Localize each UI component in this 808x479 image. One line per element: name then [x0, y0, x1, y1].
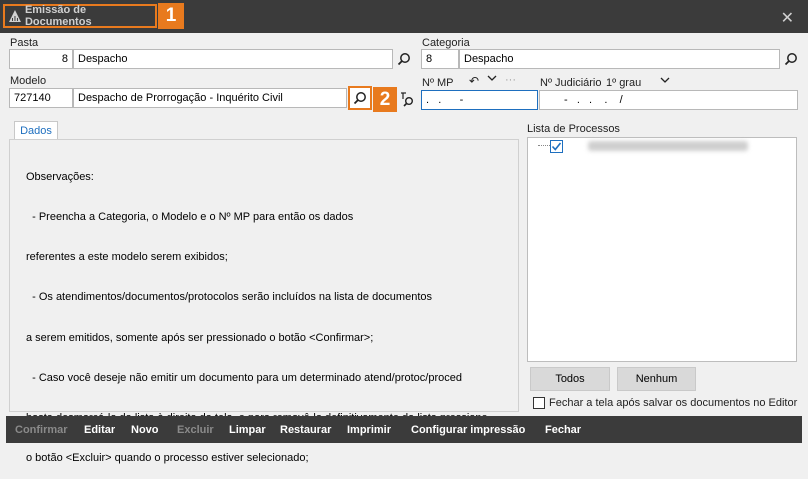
modelo-label: Modelo	[10, 75, 47, 87]
modelo-code-field[interactable]: 727140	[9, 88, 73, 108]
obs-line: referentes a este modelo serem exibidos;	[26, 251, 228, 264]
excluir-button[interactable]: Excluir	[177, 416, 214, 443]
undo-icon[interactable]: ↶	[469, 74, 479, 88]
fechar-button[interactable]: Fechar	[545, 416, 581, 443]
obs-line: o botão <Excluir> quando o processo esti…	[26, 452, 309, 465]
processo-checkbox[interactable]	[550, 140, 563, 153]
close-icon[interactable]: ✕	[781, 8, 794, 28]
lista-processos[interactable]	[527, 137, 797, 362]
search-icon	[353, 92, 366, 105]
chevron-down-icon[interactable]	[487, 73, 497, 85]
callout-badge-1: 1	[158, 3, 184, 29]
search-filter-icon	[401, 92, 413, 107]
search-icon	[784, 53, 797, 66]
limpar-button[interactable]: Limpar	[229, 416, 266, 443]
pasta-name-field[interactable]: Despacho	[73, 49, 393, 69]
nenhum-button[interactable]: Nenhum	[617, 367, 696, 391]
categoria-label: Categoria	[422, 37, 470, 49]
window-title: Emissão de Documentos	[24, 4, 92, 28]
obs-line: a serem emitidos, somente após ser press…	[26, 331, 374, 344]
restaurar-button[interactable]: Restaurar	[280, 416, 331, 443]
nmp-label: Nº MP	[422, 77, 454, 89]
grau-selector-label[interactable]: 1º grau	[606, 77, 641, 89]
imprimir-button[interactable]: Imprimir	[347, 416, 391, 443]
modelo-search-button[interactable]	[348, 86, 372, 110]
advanced-search-button[interactable]	[398, 90, 416, 108]
categoria-search-button[interactable]	[781, 49, 801, 69]
judiciario-label: Nº Judiciário	[540, 77, 602, 89]
bottom-toolbar	[6, 416, 802, 443]
editar-button[interactable]: Editar	[84, 416, 115, 443]
checkmark-icon	[551, 142, 562, 151]
window-title-highlight: Emissão de Documentos	[3, 4, 157, 28]
fechar-tela-label: Fechar a tela após salvar os documentos …	[549, 397, 798, 409]
lista-processos-label: Lista de Processos	[527, 123, 620, 135]
obs-line: - Preencha a Categoria, o Modelo e o Nº …	[26, 211, 354, 224]
confirmar-button[interactable]: Confirmar	[15, 416, 68, 443]
search-icon	[397, 53, 410, 66]
tree-connector	[538, 145, 550, 146]
obs-line: - Os atendimentos/documentos/protocolos …	[26, 291, 433, 304]
modelo-name-field[interactable]: Despacho de Prorrogação - Inquérito Civi…	[73, 88, 347, 108]
obs-line: - Caso você deseje não emitir um documen…	[26, 371, 462, 384]
processo-item-blurred[interactable]	[588, 141, 748, 151]
callout-badge-2: 2	[373, 87, 397, 112]
obs-line: Observações:	[26, 170, 94, 183]
tab-dados[interactable]: Dados	[14, 121, 58, 139]
fechar-tela-checkbox[interactable]	[533, 397, 545, 409]
chevron-down-icon[interactable]	[660, 75, 670, 87]
pasta-search-button[interactable]	[394, 49, 414, 69]
pasta-label: Pasta	[10, 37, 39, 49]
nmp-field[interactable]: . . -	[421, 90, 538, 110]
categoria-code-field[interactable]: 8	[421, 49, 459, 69]
configurar-impressao-button[interactable]: Configurar impressão	[411, 416, 525, 443]
more-icon[interactable]: ···	[505, 74, 516, 86]
novo-button[interactable]: Novo	[131, 416, 159, 443]
todos-button[interactable]: Todos	[530, 367, 610, 391]
categoria-name-field[interactable]: Despacho	[459, 49, 780, 69]
judiciario-field[interactable]: - . . . /	[539, 90, 798, 110]
pasta-code-field[interactable]: 8	[9, 49, 73, 69]
app-logo-icon	[9, 10, 21, 22]
